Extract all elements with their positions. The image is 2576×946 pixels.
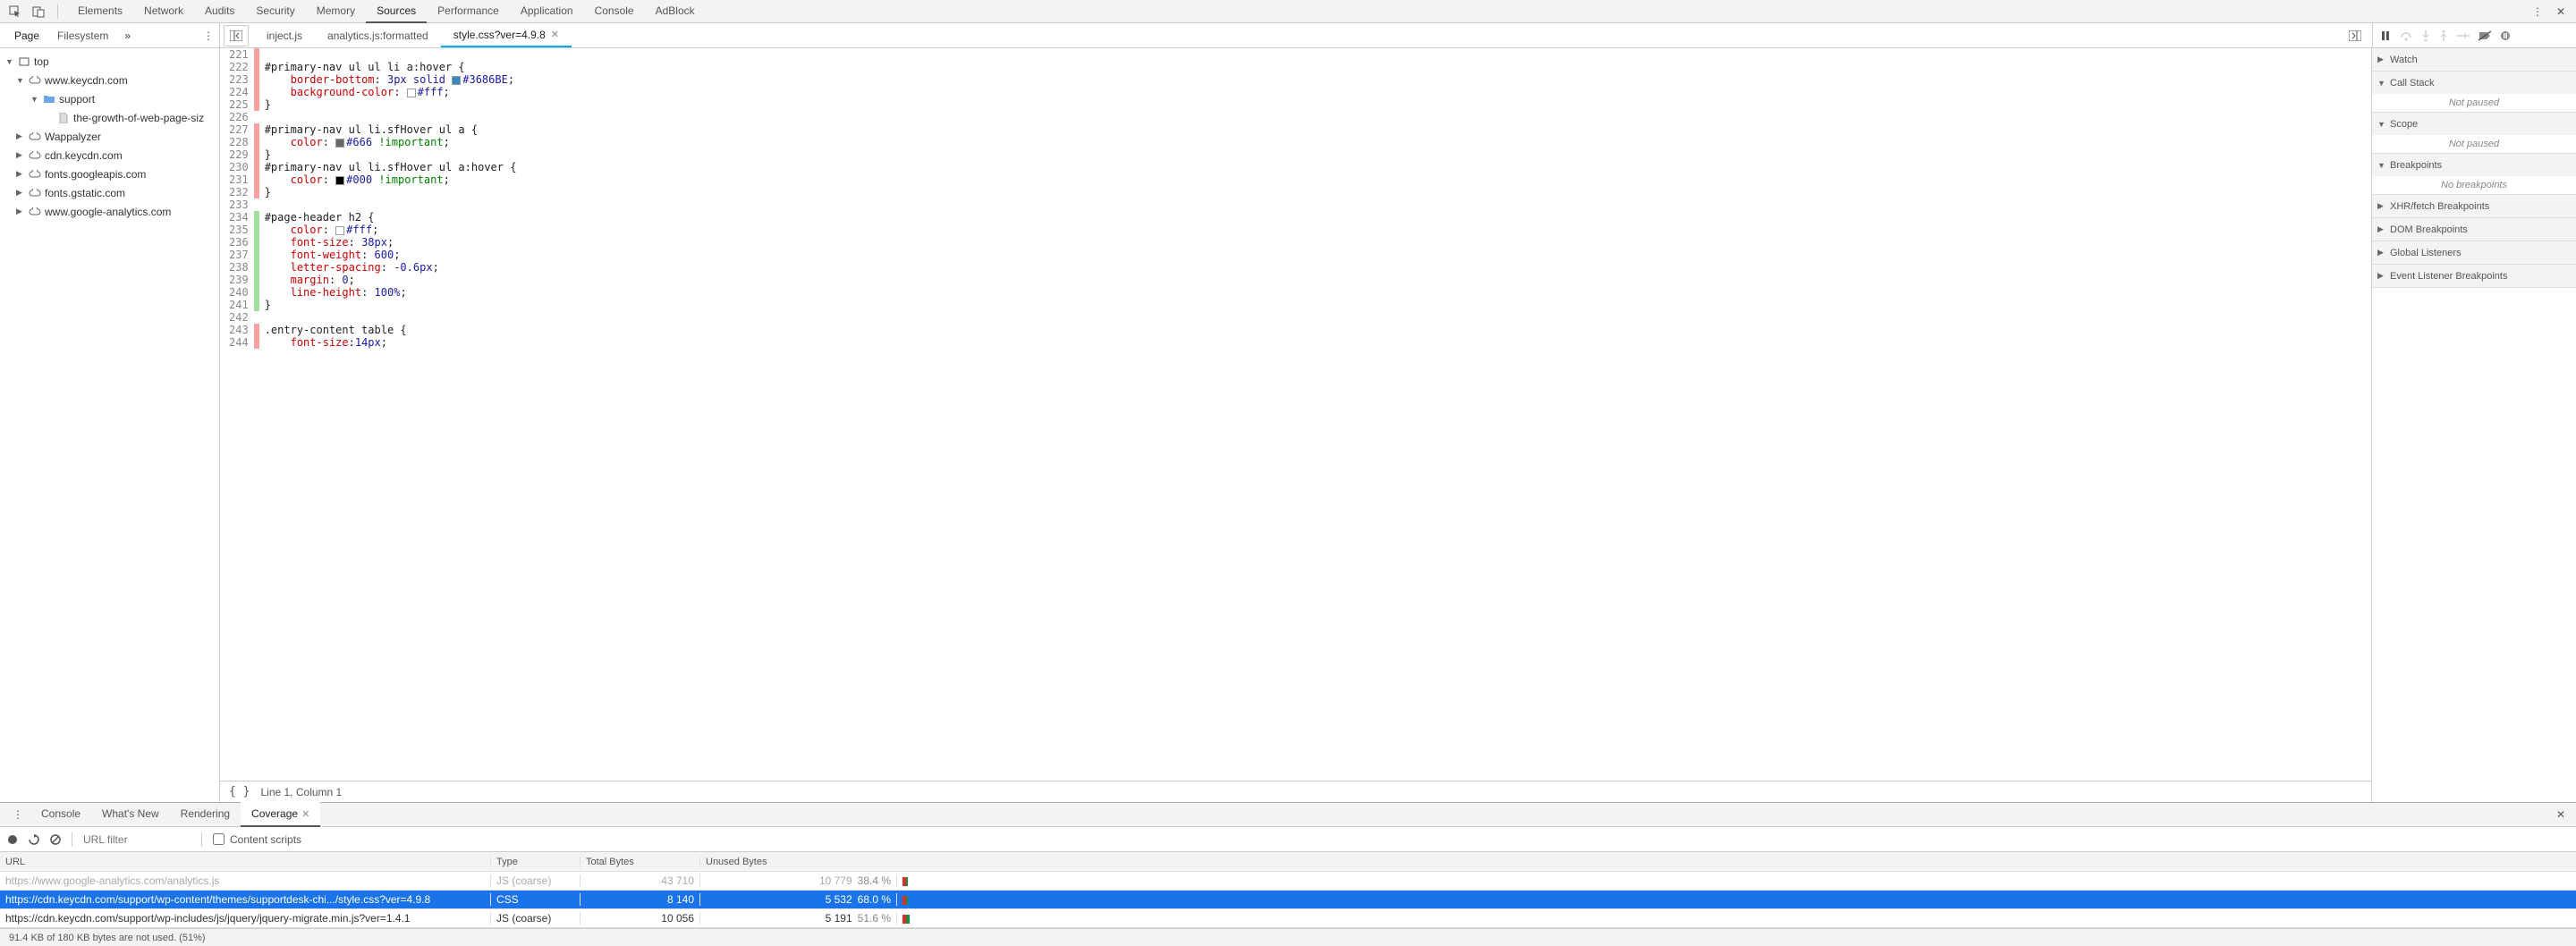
close-drawer-icon[interactable]: ✕ [2551,808,2571,821]
record-icon[interactable] [7,834,18,845]
clear-icon[interactable] [50,834,61,845]
close-devtools-icon[interactable]: ✕ [2551,2,2571,21]
drawer-tab-coverage[interactable]: Coverage✕ [241,802,320,827]
tree-item[interactable]: ▼top [0,52,219,71]
frame-icon [18,55,30,68]
step-icon[interactable] [2457,31,2470,40]
tree-item[interactable]: ▶fonts.googleapis.com [0,165,219,183]
file-tab[interactable]: inject.js [254,23,315,47]
coverage-footer: 91.4 KB of 180 KB bytes are not used. (5… [0,928,2576,946]
reload-icon[interactable] [29,834,39,845]
code-editor: 2212222232242252262272282292302312322332… [220,48,2372,802]
folder-icon [43,93,55,106]
tree-item[interactable]: ▼www.keycdn.com [0,71,219,89]
tree-item[interactable]: the-growth-of-web-page-siz [0,108,219,127]
coverage-table: URL Type Total Bytes Unused Bytes https:… [0,852,2576,928]
toggle-debugger-icon[interactable] [2349,30,2361,41]
drawer-tab-rendering[interactable]: Rendering [170,802,241,827]
debug-section-header[interactable]: ▼Call Stack [2372,72,2576,94]
tab-elements[interactable]: Elements [67,0,133,23]
col-header-type[interactable]: Type [490,857,580,867]
file-tab[interactable]: analytics.js:formatted [315,23,441,47]
cloud-icon [29,149,41,162]
pretty-print-icon[interactable]: { } [229,785,250,798]
drawer-tab-console[interactable]: Console [30,802,91,827]
nav-tab-filesystem[interactable]: Filesystem [48,24,117,47]
nav-menu-icon[interactable]: ⋮ [203,30,214,42]
coverage-row[interactable]: https://www.google-analytics.com/analyti… [0,872,2576,891]
editor-status-bar: { } Line 1, Column 1 [220,781,2371,802]
tree-item[interactable]: ▶cdn.keycdn.com [0,146,219,165]
coverage-row[interactable]: https://cdn.keycdn.com/support/wp-includ… [0,909,2576,928]
tree-item[interactable]: ▶Wappalyzer [0,127,219,146]
cloud-icon [29,187,41,199]
cloud-icon [29,74,41,87]
debug-section-header[interactable]: ▶DOM Breakpoints [2372,218,2576,241]
coverage-toolbar: Content scripts [0,827,2576,852]
nav-tab-page[interactable]: Page [5,24,48,47]
coverage-row[interactable]: https://cdn.keycdn.com/support/wp-conten… [0,891,2576,909]
debug-section-header[interactable]: ▶Event Listener Breakpoints [2372,265,2576,287]
debug-section-header[interactable]: ▼Scope [2372,113,2576,135]
close-tab-icon[interactable]: ✕ [301,809,309,820]
url-filter-input[interactable] [83,833,191,846]
debug-section-header[interactable]: ▼Breakpoints [2372,154,2576,176]
tab-adblock[interactable]: AdBlock [645,0,706,23]
col-header-url[interactable]: URL [0,857,490,867]
tab-memory[interactable]: Memory [306,0,366,23]
tab-console[interactable]: Console [584,0,645,23]
cloud-icon [29,131,41,143]
step-into-icon[interactable] [2421,30,2430,41]
content-scripts-checkbox[interactable]: Content scripts [213,833,301,846]
code-area[interactable]: #primary-nav ul ul li a:hover { border-b… [259,48,2371,781]
tree-item[interactable]: ▶www.google-analytics.com [0,202,219,221]
step-over-icon[interactable] [2400,30,2412,41]
inspect-icon[interactable] [5,2,25,21]
tab-network[interactable]: Network [133,0,194,23]
tree-item[interactable]: ▶fonts.gstatic.com [0,183,219,202]
pause-on-exceptions-icon[interactable] [2500,30,2511,41]
close-tab-icon[interactable]: ✕ [551,29,559,40]
tab-performance[interactable]: Performance [427,0,510,23]
col-header-total[interactable]: Total Bytes [580,857,699,867]
tab-sources[interactable]: Sources [366,0,427,23]
tree-item[interactable]: ▼support [0,89,219,108]
step-out-icon[interactable] [2439,30,2448,41]
drawer-tab-what-s-new[interactable]: What's New [91,802,170,827]
debug-section-header[interactable]: ▶XHR/fetch Breakpoints [2372,195,2576,217]
pause-icon[interactable] [2380,30,2391,41]
cursor-position: Line 1, Column 1 [260,786,342,798]
cloud-icon [29,206,41,218]
gutter: 2212222232242252262272282292302312322332… [220,48,254,781]
drawer: ⋮ ConsoleWhat's NewRenderingCoverage✕ ✕ … [0,802,2576,946]
tab-security[interactable]: Security [245,0,305,23]
kebab-menu-icon[interactable]: ⋮ [2528,2,2547,21]
device-toggle-icon[interactable] [29,2,48,21]
drawer-menu-icon[interactable]: ⋮ [5,808,30,821]
tab-application[interactable]: Application [510,0,584,23]
nav-more-icon[interactable]: » [117,26,138,46]
toggle-navigator-icon[interactable] [224,25,249,46]
cloud-icon [29,168,41,181]
deactivate-breakpoints-icon[interactable] [2479,30,2491,41]
debugger-sidebar: ▶Watch▼Call StackNot paused▼ScopeNot pau… [2372,48,2576,802]
debug-section-header[interactable]: ▶Watch [2372,48,2576,71]
file-tree[interactable]: ▼top▼www.keycdn.com▼supportthe-growth-of… [0,48,220,802]
debug-section-header[interactable]: ▶Global Listeners [2372,241,2576,264]
sources-toolbar: PageFilesystem » ⋮ inject.jsanalytics.js… [0,23,2576,48]
col-header-unused[interactable]: Unused Bytes [699,857,896,867]
file-tab[interactable]: style.css?ver=4.9.8✕ [441,23,572,47]
tab-audits[interactable]: Audits [194,0,245,23]
file-icon [57,112,70,124]
main-toolbar: ElementsNetworkAuditsSecurityMemorySourc… [0,0,2576,23]
